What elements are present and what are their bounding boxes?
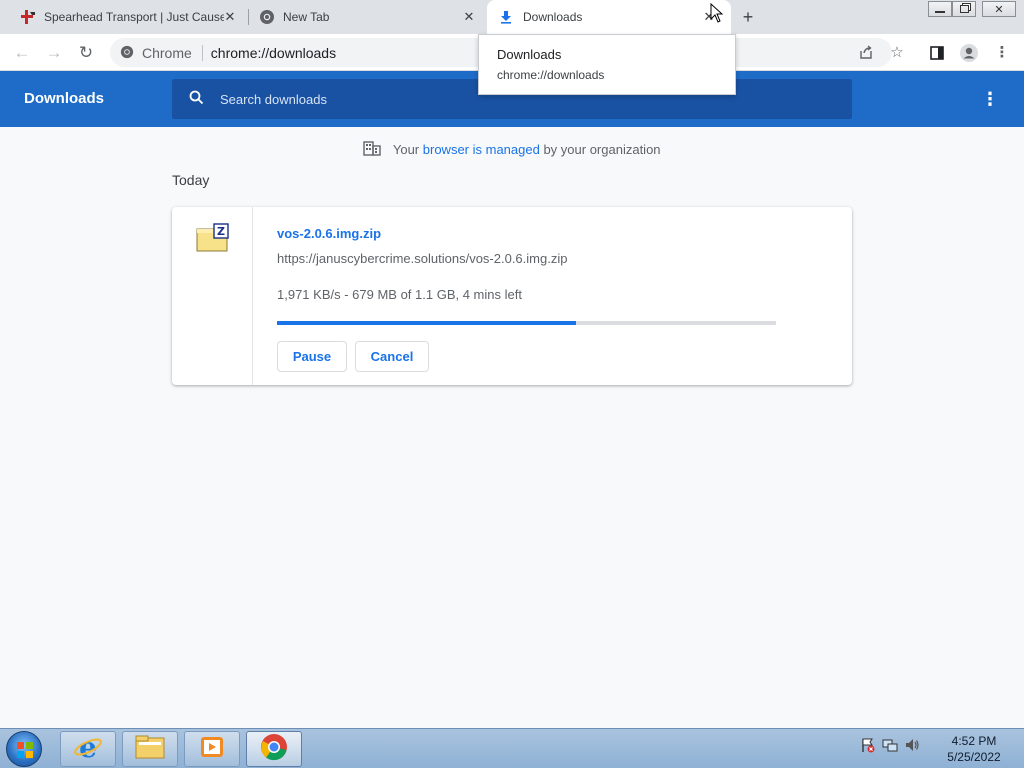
network-icon[interactable] <box>882 737 898 756</box>
mouse-cursor-icon <box>710 2 724 23</box>
spearhead-logo-icon <box>20 9 36 25</box>
reload-icon: ↻ <box>78 43 94 62</box>
tab-title: Spearhead Transport | Just Cause <box>44 10 224 24</box>
omnibox-url: chrome://downloads <box>210 44 337 61</box>
restore-icon <box>959 5 969 13</box>
media-player-icon <box>199 734 225 765</box>
reload-button[interactable]: ↻ <box>75 42 97 64</box>
browser-managed-link[interactable]: browser is managed <box>423 142 540 157</box>
close-window-button[interactable]: ✕ <box>982 1 1016 17</box>
building-icon <box>363 140 382 159</box>
windows-taskbar: e 4:52 PM 5/25/2022 <box>0 728 1024 768</box>
minimize-button[interactable] <box>928 1 952 17</box>
managed-prefix: Your <box>392 142 420 157</box>
tab-new-tab[interactable]: New Tab ✕ <box>249 0 487 34</box>
download-source-url[interactable]: https://januscybercrime.solutions/vos-2.… <box>277 251 567 266</box>
chrome-site-icon <box>120 45 134 59</box>
windows-logo-icon <box>17 742 33 758</box>
section-heading-today: Today <box>172 172 210 188</box>
forward-button[interactable]: → <box>43 42 65 64</box>
taskbar-clock[interactable]: 4:52 PM 5/25/2022 <box>938 733 1010 765</box>
profile-avatar-icon[interactable] <box>958 42 980 64</box>
tab-close-icon[interactable]: ✕ <box>461 9 477 25</box>
forward-arrow-icon: → <box>45 43 63 62</box>
cancel-button[interactable]: Cancel <box>355 341 429 372</box>
tooltip-url: chrome://downloads <box>497 68 605 82</box>
download-icon <box>499 10 513 24</box>
side-panel-icon[interactable] <box>926 42 948 64</box>
action-center-flag-icon[interactable] <box>860 737 876 756</box>
back-button[interactable]: ← <box>11 42 33 64</box>
download-status: 1,971 KB/s - 679 MB of 1.1 GB, 4 mins le… <box>277 287 522 302</box>
volume-icon[interactable] <box>904 737 920 756</box>
tab-downloads[interactable]: Downloads ✕ <box>487 0 731 34</box>
tab-spearhead-transport[interactable]: Spearhead Transport | Just Cause ✕ <box>8 0 248 34</box>
restore-button[interactable] <box>952 1 976 17</box>
managed-suffix: by your organization <box>543 142 661 157</box>
taskbar-file-explorer[interactable] <box>122 731 178 767</box>
close-icon: ✕ <box>994 3 1004 16</box>
tab-close-icon[interactable]: ✕ <box>222 9 238 25</box>
svg-text:e: e <box>79 732 97 762</box>
managed-notice: Your browser is managed by your organiza… <box>0 140 1024 159</box>
internet-explorer-icon: e <box>73 731 103 767</box>
share-icon[interactable] <box>858 44 874 60</box>
tab-title: Downloads <box>523 10 583 24</box>
chrome-icon <box>260 733 288 766</box>
clock-time: 4:52 PM <box>951 734 997 748</box>
progress-fill <box>277 321 577 325</box>
chrome-icon <box>259 9 275 25</box>
taskbar-internet-explorer[interactable]: e <box>60 731 116 767</box>
file-explorer-icon <box>134 734 166 765</box>
tab-title: New Tab <box>283 10 330 24</box>
taskbar-chrome[interactable] <box>246 731 302 767</box>
more-actions-icon[interactable]: ⋮ <box>978 87 1002 111</box>
pause-button[interactable]: Pause <box>277 341 347 372</box>
taskbar-media-player[interactable] <box>184 731 240 767</box>
bookmark-star-icon[interactable]: ☆ <box>886 42 908 64</box>
new-tab-button[interactable]: + <box>738 7 758 27</box>
search-icon <box>172 90 220 109</box>
zip-file-icon: Z <box>196 223 230 253</box>
back-arrow-icon: ← <box>13 43 31 62</box>
chrome-menu-icon[interactable]: ⋮ <box>991 42 1013 64</box>
page-title: Downloads <box>24 90 105 107</box>
omnibox-site-label: Chrome <box>142 44 192 61</box>
download-progress-bar <box>277 321 776 325</box>
tab-strip: Spearhead Transport | Just Cause ✕ New T… <box>0 0 1024 34</box>
tab-hover-tooltip: Downloads chrome://downloads <box>478 34 736 95</box>
svg-text:Z: Z <box>217 225 225 238</box>
tooltip-title: Downloads <box>497 47 562 62</box>
omnibox-separator <box>201 44 203 61</box>
system-tray <box>860 737 920 756</box>
download-item-card: Z vos-2.0.6.img.zip https://januscybercr… <box>172 207 852 385</box>
start-button[interactable] <box>6 731 42 767</box>
clock-date: 5/25/2022 <box>947 750 1001 764</box>
minimize-icon <box>935 11 945 13</box>
screen: Spearhead Transport | Just Cause ✕ New T… <box>0 0 1024 768</box>
download-filename-link[interactable]: vos-2.0.6.img.zip <box>277 226 381 241</box>
download-icon-column: Z <box>172 207 253 385</box>
